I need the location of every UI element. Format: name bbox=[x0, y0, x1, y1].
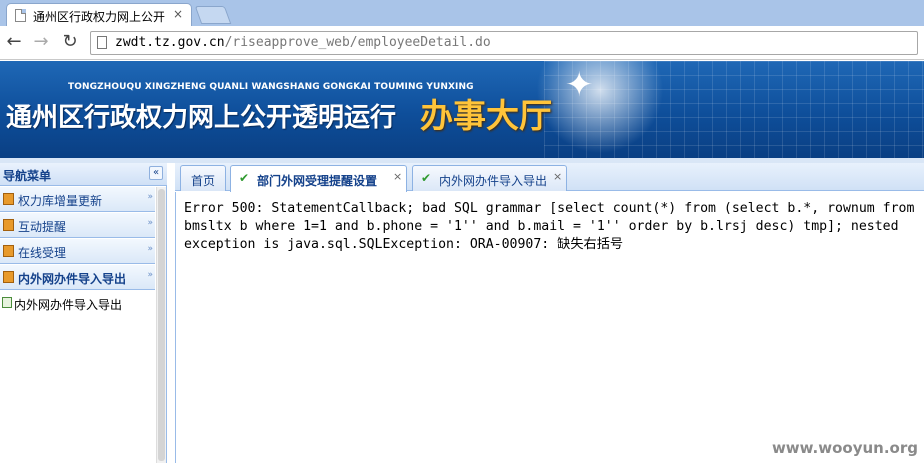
close-icon[interactable]: × bbox=[553, 170, 562, 183]
tab-label: 部门外网受理提醒设置 bbox=[257, 174, 378, 188]
browser-toolbar: ← → ↻ zwdt.tz.gov.cn/riseapprove_web/emp… bbox=[0, 26, 924, 60]
checkmark-icon: ✔ bbox=[239, 171, 250, 185]
book-icon bbox=[3, 245, 14, 257]
sidebar-item-import-export[interactable]: 内外网办件导入导出 » bbox=[0, 265, 155, 290]
sidebar-item-online-acceptance[interactable]: 在线受理 » bbox=[0, 239, 155, 264]
error-line: Error 500: StatementCallback; bad SQL gr… bbox=[184, 201, 915, 216]
tab-label: 首页 bbox=[191, 174, 216, 188]
sidebar-title: 导航菜单 bbox=[3, 169, 52, 183]
sidebar-item-permission-update[interactable]: 权力库增量更新 » bbox=[0, 187, 155, 212]
page-icon bbox=[97, 36, 107, 49]
sidebar-item-interaction-reminder[interactable]: 互动提醒 » bbox=[0, 213, 155, 238]
book-icon bbox=[3, 219, 14, 231]
document-icon bbox=[2, 297, 12, 308]
star-icon: ✦ bbox=[565, 65, 594, 105]
site-banner: ✦ TONGZHOUQU XINGZHENG QUANLI WANGSHANG … bbox=[0, 61, 924, 158]
scrollbar-thumb[interactable] bbox=[158, 189, 165, 461]
new-tab-button[interactable] bbox=[194, 6, 232, 24]
browser-tab[interactable]: 通州区行政权力网上公开透明运行 × bbox=[6, 3, 192, 26]
back-arrow-icon[interactable]: ← bbox=[4, 32, 24, 52]
browser-tab-title: 通州区行政权力网上公开透明运行 bbox=[33, 10, 165, 24]
forward-arrow-icon[interactable]: → bbox=[31, 32, 51, 52]
book-icon bbox=[3, 271, 14, 283]
tab-reminder-settings[interactable]: ✔ 部门外网受理提醒设置 × bbox=[230, 165, 407, 192]
sidebar-subitem-label: 内外网办件导入导出 bbox=[14, 298, 123, 312]
tab-home[interactable]: 首页 bbox=[180, 165, 226, 191]
page-icon bbox=[15, 9, 26, 22]
navigation-sidebar: 导航菜单 « 权力库增量更新 » 互动提醒 » 在线受理 » 内外网办件导入导出… bbox=[0, 163, 167, 463]
url-host: zwdt.tz.gov.cn bbox=[115, 35, 225, 50]
chevron-icon: » bbox=[147, 192, 153, 202]
site-title: 通州区行政权力网上公开透明运行 bbox=[6, 103, 397, 133]
sidebar-item-label: 互动提醒 bbox=[18, 220, 67, 234]
close-icon[interactable]: × bbox=[393, 170, 402, 183]
sidebar-scrollbar[interactable] bbox=[156, 187, 166, 463]
sidebar-subitem-import-export[interactable]: 内外网办件导入导出 bbox=[0, 292, 155, 314]
book-icon bbox=[3, 193, 14, 205]
error-line: bmsltx b where 1=1 and b.phone = '1'' an… bbox=[184, 219, 899, 234]
chevron-icon: » bbox=[147, 218, 153, 228]
sidebar-header: 导航菜单 « bbox=[0, 163, 167, 186]
service-hall-title: 办事大厅 bbox=[420, 96, 552, 135]
sidebar-item-label: 权力库增量更新 bbox=[18, 194, 103, 208]
checkmark-icon: ✔ bbox=[421, 171, 432, 185]
sidebar-item-label: 内外网办件导入导出 bbox=[18, 272, 127, 286]
url-path: /riseapprove_web/employeeDetail.do bbox=[224, 35, 491, 50]
banner-pinyin: TONGZHOUQU XINGZHENG QUANLI WANGSHANG GO… bbox=[68, 82, 474, 92]
tab-import-export[interactable]: ✔ 内外网办件导入导出 × bbox=[412, 165, 567, 191]
content-tab-bar: 首页 ✔ 部门外网受理提醒设置 × ✔ 内外网办件导入导出 × bbox=[175, 163, 924, 192]
browser-tab-strip: 通州区行政权力网上公开透明运行 × bbox=[0, 0, 924, 26]
watermark: www.wooyun.org bbox=[771, 439, 918, 457]
close-icon[interactable]: × bbox=[173, 7, 183, 21]
chevron-icon: » bbox=[147, 244, 153, 254]
collapse-icon[interactable]: « bbox=[149, 166, 163, 180]
error-line: exception is java.sql.SQLException: ORA-… bbox=[184, 237, 624, 252]
sidebar-item-label: 在线受理 bbox=[18, 246, 67, 260]
reload-icon[interactable]: ↻ bbox=[60, 32, 80, 52]
chevron-icon: » bbox=[147, 270, 153, 280]
error-message: Error 500: StatementCallback; bad SQL gr… bbox=[184, 200, 924, 254]
tab-label: 内外网办件导入导出 bbox=[439, 174, 548, 188]
address-bar[interactable]: zwdt.tz.gov.cn/riseapprove_web/employeeD… bbox=[90, 31, 918, 55]
url-text: zwdt.tz.gov.cn/riseapprove_web/employeeD… bbox=[115, 35, 491, 50]
content-panel: Error 500: StatementCallback; bad SQL gr… bbox=[175, 192, 924, 463]
